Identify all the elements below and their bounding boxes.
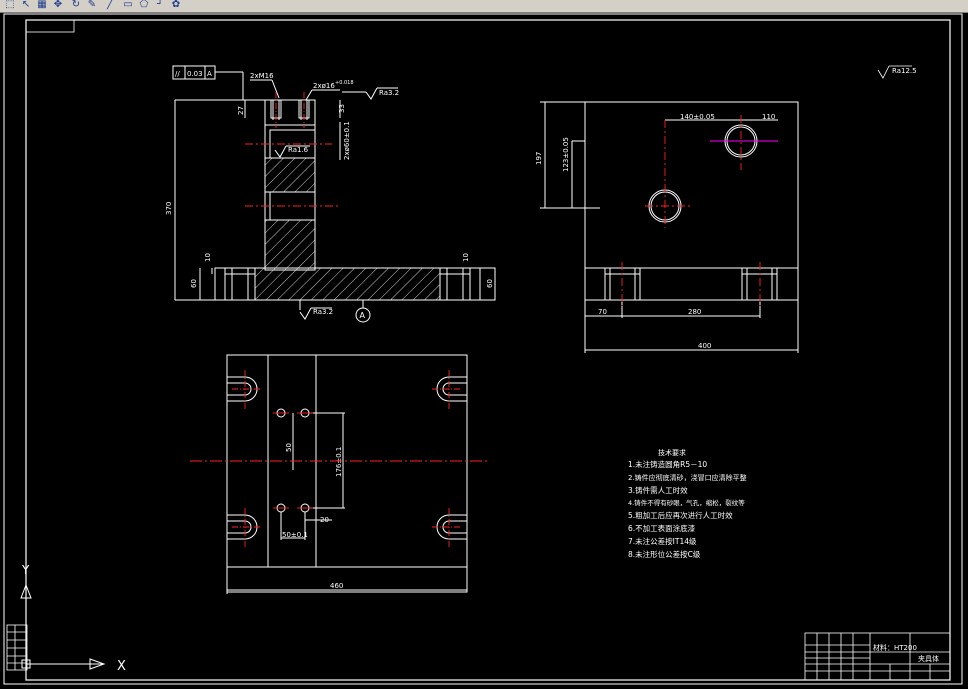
move-icon[interactable]: ✥ — [52, 0, 64, 11]
dim-110: 110 — [762, 113, 775, 121]
dim-370: 370 — [165, 202, 173, 215]
pointer-icon[interactable]: ┘ — [154, 0, 166, 11]
general-roughness: Ra12.5 — [877, 65, 917, 79]
note-item-1: 1.未注铸造圆角R5－10 — [628, 459, 707, 469]
datum-a: A — [360, 311, 366, 320]
ucs-y-label: Y — [21, 563, 30, 577]
dim-20: 20 — [320, 516, 329, 524]
tolerance-value: 0.03 — [187, 70, 203, 78]
dim-50: 50 — [285, 443, 293, 452]
roughness-inner-label: Ra1.6 — [288, 146, 309, 154]
note-item-2: 2.铸件应彻底清砂，浇冒口应清除平整 — [628, 473, 747, 482]
dim-bore: 2xø60±0.1 — [343, 121, 351, 160]
rect-icon[interactable]: ▭ — [122, 0, 134, 11]
arrow-icon[interactable]: ↖ — [20, 0, 32, 11]
paint-icon[interactable]: ✿ — [170, 0, 182, 11]
roughness-top-label: Ra3.2 — [379, 89, 399, 97]
polygon-icon[interactable]: ⬠ — [138, 0, 150, 11]
dim-27: 27 — [237, 106, 245, 115]
layer-icon[interactable]: ⬚ — [4, 0, 16, 11]
pencil-icon[interactable]: ✎ — [86, 0, 98, 11]
dim-280: 280 — [688, 308, 701, 316]
toolbar: ⬚ ↖ ▦ ✥ ↻ ✎ ╱ ▭ ⬠ ┘ ✿ — [0, 0, 968, 13]
dim-460: 460 — [330, 582, 343, 590]
rotate-icon[interactable]: ↻ — [70, 0, 82, 11]
grid-icon[interactable]: ▦ — [36, 0, 48, 11]
dim-10-left: 10 — [204, 253, 212, 262]
side-view: 140±0.05 110 197 123±0.05 70 280 400 — [535, 101, 799, 353]
technical-requirements: 技术要求 1.未注铸造圆角R5－10 2.铸件应彻底清砂，浇冒口应清除平整 3.… — [628, 448, 747, 559]
dim-123: 123±0.05 — [562, 137, 570, 172]
drawing-canvas[interactable]: Ra12.5 // 0.03 A 2xM16 2xø16 +0.018 Ra3.… — [0, 13, 968, 689]
ucs-icon — [20, 583, 106, 670]
dim-140: 140±0.05 — [680, 113, 715, 121]
thread-label: 2xM16 — [250, 72, 274, 80]
dim-60-left: 60 — [190, 279, 198, 288]
side-view-centerlines — [621, 115, 761, 306]
dim-197: 197 — [535, 152, 543, 165]
dim-70: 70 — [598, 308, 607, 316]
note-item-5: 5.粗加工后应再次进行人工时效 — [628, 510, 733, 520]
tolerance-datum: A — [207, 70, 212, 78]
dim-50b: 50±0.1 — [282, 531, 308, 539]
drawing-viewport[interactable]: Ra12.5 // 0.03 A 2xM16 2xø16 +0.018 Ra3.… — [0, 13, 968, 689]
note-item-7: 7.未注公差按IT14级 — [628, 536, 697, 546]
note-item-4: 4.铸件不得有砂眼，气孔，缩松，裂纹等 — [628, 498, 745, 507]
front-view: // 0.03 A 2xM16 2xø16 +0.018 Ra3.2 370 6… — [165, 65, 496, 323]
dim-33: 33 — [338, 104, 346, 113]
part-name: 夹具体 — [918, 654, 939, 663]
sheet-frame — [3, 13, 963, 685]
notes-title: 技术要求 — [658, 448, 686, 457]
tolerance-symbol: // — [175, 70, 180, 78]
dim-176: 176±0.1 — [335, 447, 343, 477]
cad-application: ⬚ ↖ ▦ ✥ ↻ ✎ ╱ ▭ ⬠ ┘ ✿ Ra12.5 // 0.03 A 2… — [0, 0, 968, 689]
note-item-6: 6.不加工表面涂底漆 — [628, 523, 696, 533]
dim-60-right: 60 — [486, 279, 494, 288]
top-view: 50 176±0.1 20 50±0.1 460 — [226, 354, 468, 594]
revision-table — [6, 624, 28, 671]
roughness-bottom-label: Ra3.2 — [313, 308, 333, 316]
note-item-3: 3.铸件需人工时效 — [628, 485, 688, 495]
dim-10-right: 10 — [462, 253, 470, 262]
hole-label: 2xø16 — [313, 82, 335, 90]
material-label: 材料：HT200 — [873, 643, 917, 652]
ucs-x-label: X — [117, 659, 126, 674]
note-item-8: 8.未注形位公差按C级 — [628, 549, 701, 559]
hole-tolerance: +0.018 — [335, 80, 354, 86]
line-icon[interactable]: ╱ — [104, 0, 116, 11]
general-roughness-label: Ra12.5 — [892, 67, 917, 75]
dim-400: 400 — [698, 342, 711, 350]
